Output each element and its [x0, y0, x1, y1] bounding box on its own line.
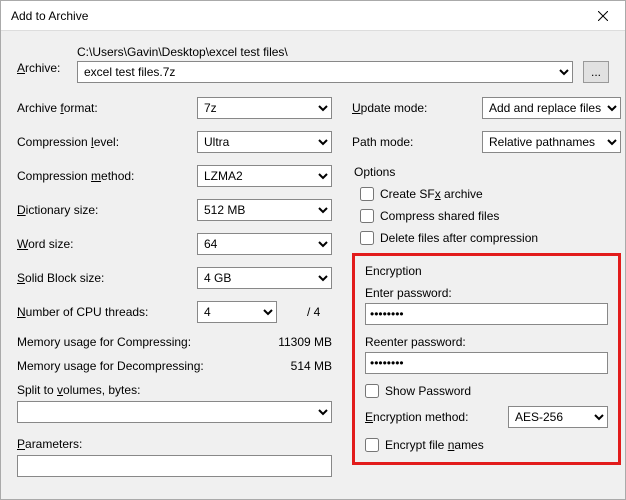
compress-shared-checkbox[interactable] [360, 209, 374, 223]
memory-compress-label: Memory usage for Compressing: [17, 335, 191, 349]
enter-password-input[interactable] [365, 303, 608, 325]
encryption-method-select[interactable]: AES-256 [508, 406, 608, 428]
compression-method-label: Compression method: [17, 169, 197, 183]
archive-format-label: Archive format: [17, 101, 197, 115]
add-to-archive-dialog: Add to Archive Archive: C:\Users\Gavin\D… [0, 0, 626, 500]
compression-level-label: Compression level: [17, 135, 197, 149]
cpu-threads-select[interactable]: 4 [197, 301, 277, 323]
memory-decompress-value: 514 MB [291, 359, 332, 373]
split-volumes-label: Split to volumes, bytes: [17, 383, 332, 397]
archive-path: C:\Users\Gavin\Desktop\excel test files\ [77, 45, 609, 59]
path-mode-select[interactable]: Relative pathnames [482, 131, 621, 153]
update-mode-select[interactable]: Add and replace files [482, 97, 621, 119]
encryption-method-label: Encryption method: [365, 410, 508, 424]
window-title: Add to Archive [11, 9, 88, 23]
word-size-select[interactable]: 64 [197, 233, 332, 255]
close-icon [598, 11, 608, 21]
dialog-content: Archive: C:\Users\Gavin\Desktop\excel te… [1, 31, 625, 499]
archive-format-select[interactable]: 7z [197, 97, 332, 119]
enter-password-label: Enter password: [365, 286, 608, 300]
compress-shared-label: Compress shared files [380, 209, 499, 223]
reenter-password-label: Reenter password: [365, 335, 608, 349]
encryption-group: Encryption Enter password: Reenter passw… [352, 253, 621, 465]
memory-decompress-label: Memory usage for Decompressing: [17, 359, 204, 373]
titlebar: Add to Archive [1, 1, 625, 31]
update-mode-label: Update mode: [352, 101, 482, 115]
create-sfx-checkbox[interactable] [360, 187, 374, 201]
compression-method-select[interactable]: LZMA2 [197, 165, 332, 187]
solid-block-size-select[interactable]: 4 GB [197, 267, 332, 289]
encryption-title: Encryption [365, 264, 608, 278]
close-button[interactable] [580, 1, 625, 31]
show-password-label: Show Password [385, 384, 471, 398]
memory-compress-value: 11309 MB [278, 335, 332, 349]
cpu-threads-label: Number of CPU threads: [17, 305, 197, 319]
parameters-input[interactable] [17, 455, 332, 477]
dictionary-size-label: Dictionary size: [17, 203, 197, 217]
create-sfx-label: Create SFx archive [380, 187, 483, 201]
ellipsis-icon: ... [591, 65, 601, 79]
split-volumes-select[interactable] [17, 401, 332, 423]
encrypt-filenames-checkbox[interactable] [365, 438, 379, 452]
path-mode-label: Path mode: [352, 135, 482, 149]
browse-button[interactable]: ... [583, 61, 609, 83]
delete-after-checkbox[interactable] [360, 231, 374, 245]
solid-block-size-label: Solid Block size: [17, 271, 197, 285]
cpu-threads-total: / 4 [307, 305, 320, 319]
delete-after-label: Delete files after compression [380, 231, 538, 245]
show-password-checkbox[interactable] [365, 384, 379, 398]
dictionary-size-select[interactable]: 512 MB [197, 199, 332, 221]
archive-label: Archive: [17, 45, 77, 75]
encrypt-filenames-label: Encrypt file names [385, 438, 484, 452]
options-title: Options [352, 165, 621, 179]
compression-level-select[interactable]: Ultra [197, 131, 332, 153]
archive-filename-select[interactable]: excel test files.7z [77, 61, 573, 83]
parameters-label: Parameters: [17, 437, 332, 451]
reenter-password-input[interactable] [365, 352, 608, 374]
word-size-label: Word size: [17, 237, 197, 251]
